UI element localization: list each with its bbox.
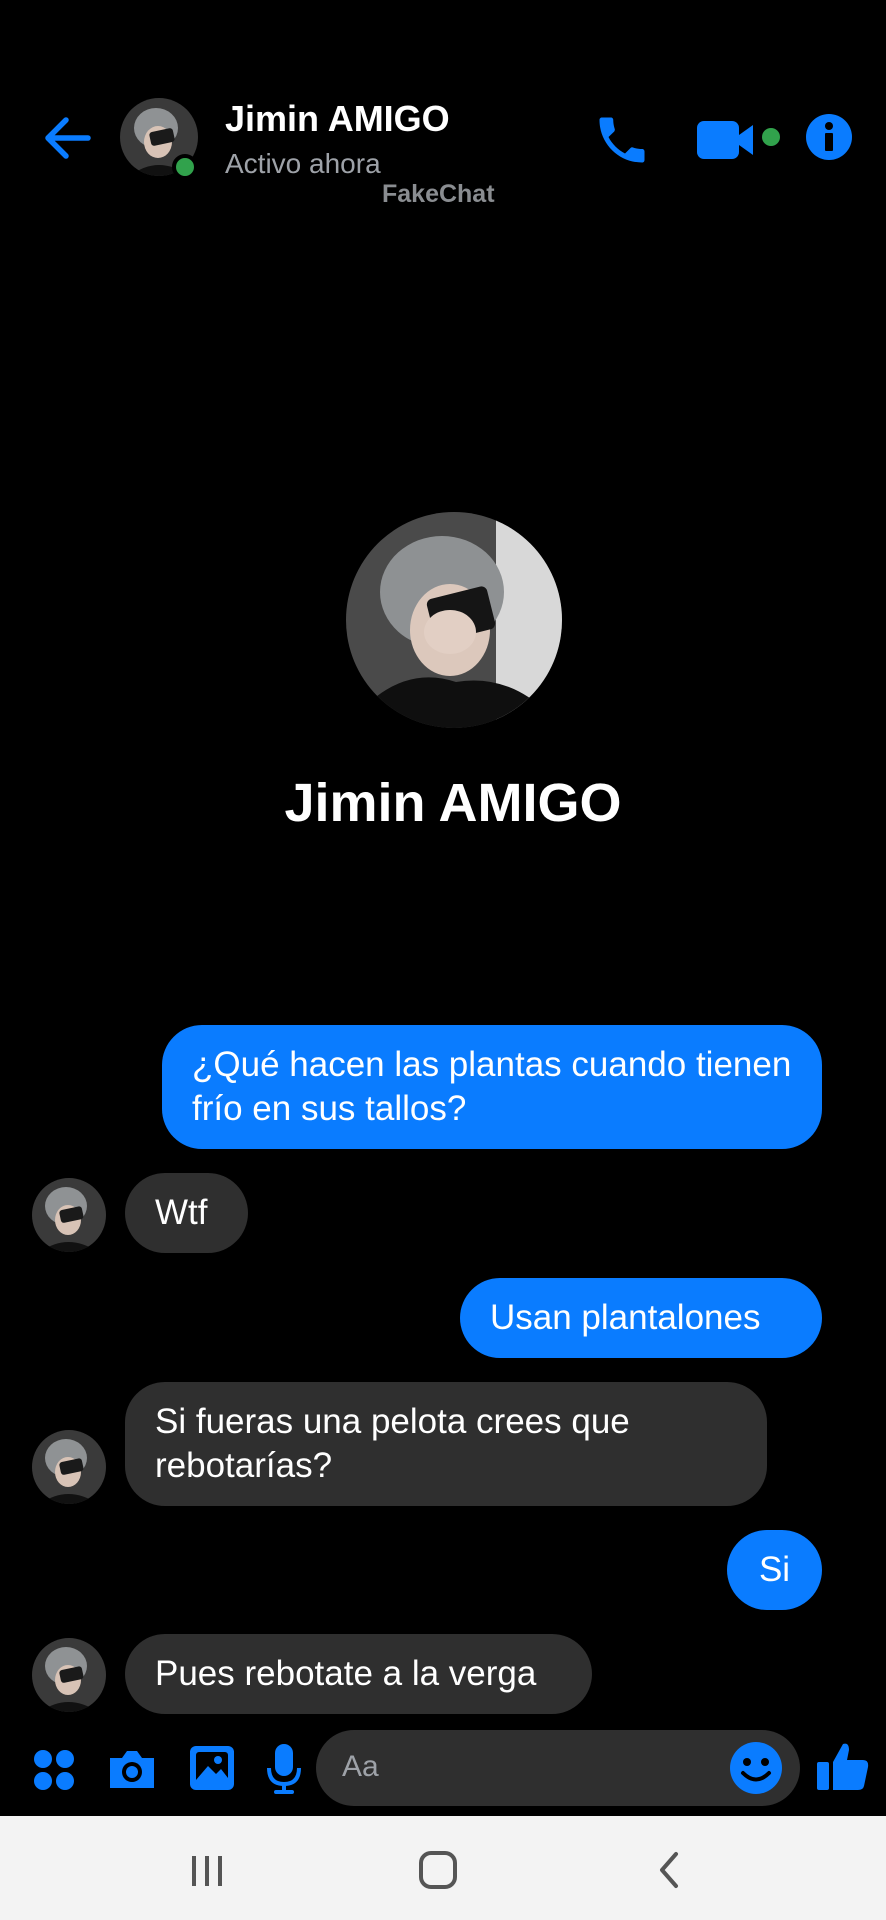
message-bubble-outgoing[interactable]: Si: [727, 1530, 822, 1610]
voice-message-button[interactable]: [264, 1742, 304, 1796]
recent-apps-button[interactable]: [188, 1854, 226, 1888]
avatar-image: [32, 1638, 106, 1712]
like-button[interactable]: [815, 1738, 871, 1794]
back-button[interactable]: [40, 110, 96, 166]
info-icon: [806, 114, 852, 160]
profile-avatar[interactable]: [346, 512, 562, 728]
profile-name: Jimin AMIGO: [284, 773, 622, 833]
message-avatar: [32, 1430, 106, 1504]
contact-status: Activo ahora: [225, 148, 381, 179]
phone-icon: [599, 117, 645, 163]
message-bubble-outgoing[interactable]: ¿Qué hacen las plantas cuando tienen frí…: [162, 1025, 822, 1149]
apps-icon: [34, 1750, 74, 1790]
thumbs-up-icon: [817, 1743, 869, 1790]
gallery-icon: [190, 1746, 234, 1790]
avatar-image: [32, 1430, 106, 1504]
microphone-icon: [267, 1744, 301, 1794]
info-button[interactable]: [804, 112, 854, 162]
system-back-button[interactable]: [654, 1850, 684, 1890]
avatar-image: [32, 1178, 106, 1252]
back-arrow-icon: [45, 117, 91, 159]
message-avatar: [32, 1178, 106, 1252]
online-indicator: [172, 154, 198, 180]
message-bubble-incoming[interactable]: Wtf: [125, 1173, 248, 1253]
camera-icon: [110, 1751, 154, 1788]
profile-image: [346, 512, 562, 728]
message-input-placeholder: Aa: [342, 1750, 379, 1783]
message-avatar: [32, 1638, 106, 1712]
voice-call-button[interactable]: [592, 110, 652, 170]
recent-apps-icon: [192, 1856, 222, 1886]
watermark: FakeChat: [382, 180, 495, 208]
system-navigation-bar: [0, 1816, 886, 1920]
message-bubble-incoming[interactable]: Si fueras una pelota crees que rebotaría…: [125, 1382, 767, 1506]
home-icon: [419, 1851, 457, 1889]
gallery-button[interactable]: [188, 1744, 236, 1792]
emoji-button[interactable]: [728, 1740, 784, 1796]
message-bubble-incoming[interactable]: Pues rebotate a la verga: [125, 1634, 592, 1714]
back-chevron-icon: [660, 1852, 678, 1888]
video-call-button[interactable]: [695, 115, 785, 167]
contact-name[interactable]: Jimin AMIGO: [225, 98, 450, 140]
apps-button[interactable]: [32, 1748, 76, 1792]
message-bubble-outgoing[interactable]: Usan plantalones: [460, 1278, 822, 1358]
home-button[interactable]: [418, 1850, 458, 1890]
camera-button[interactable]: [106, 1744, 158, 1794]
video-camera-icon: [697, 121, 780, 159]
emoji-icon: [730, 1742, 782, 1794]
